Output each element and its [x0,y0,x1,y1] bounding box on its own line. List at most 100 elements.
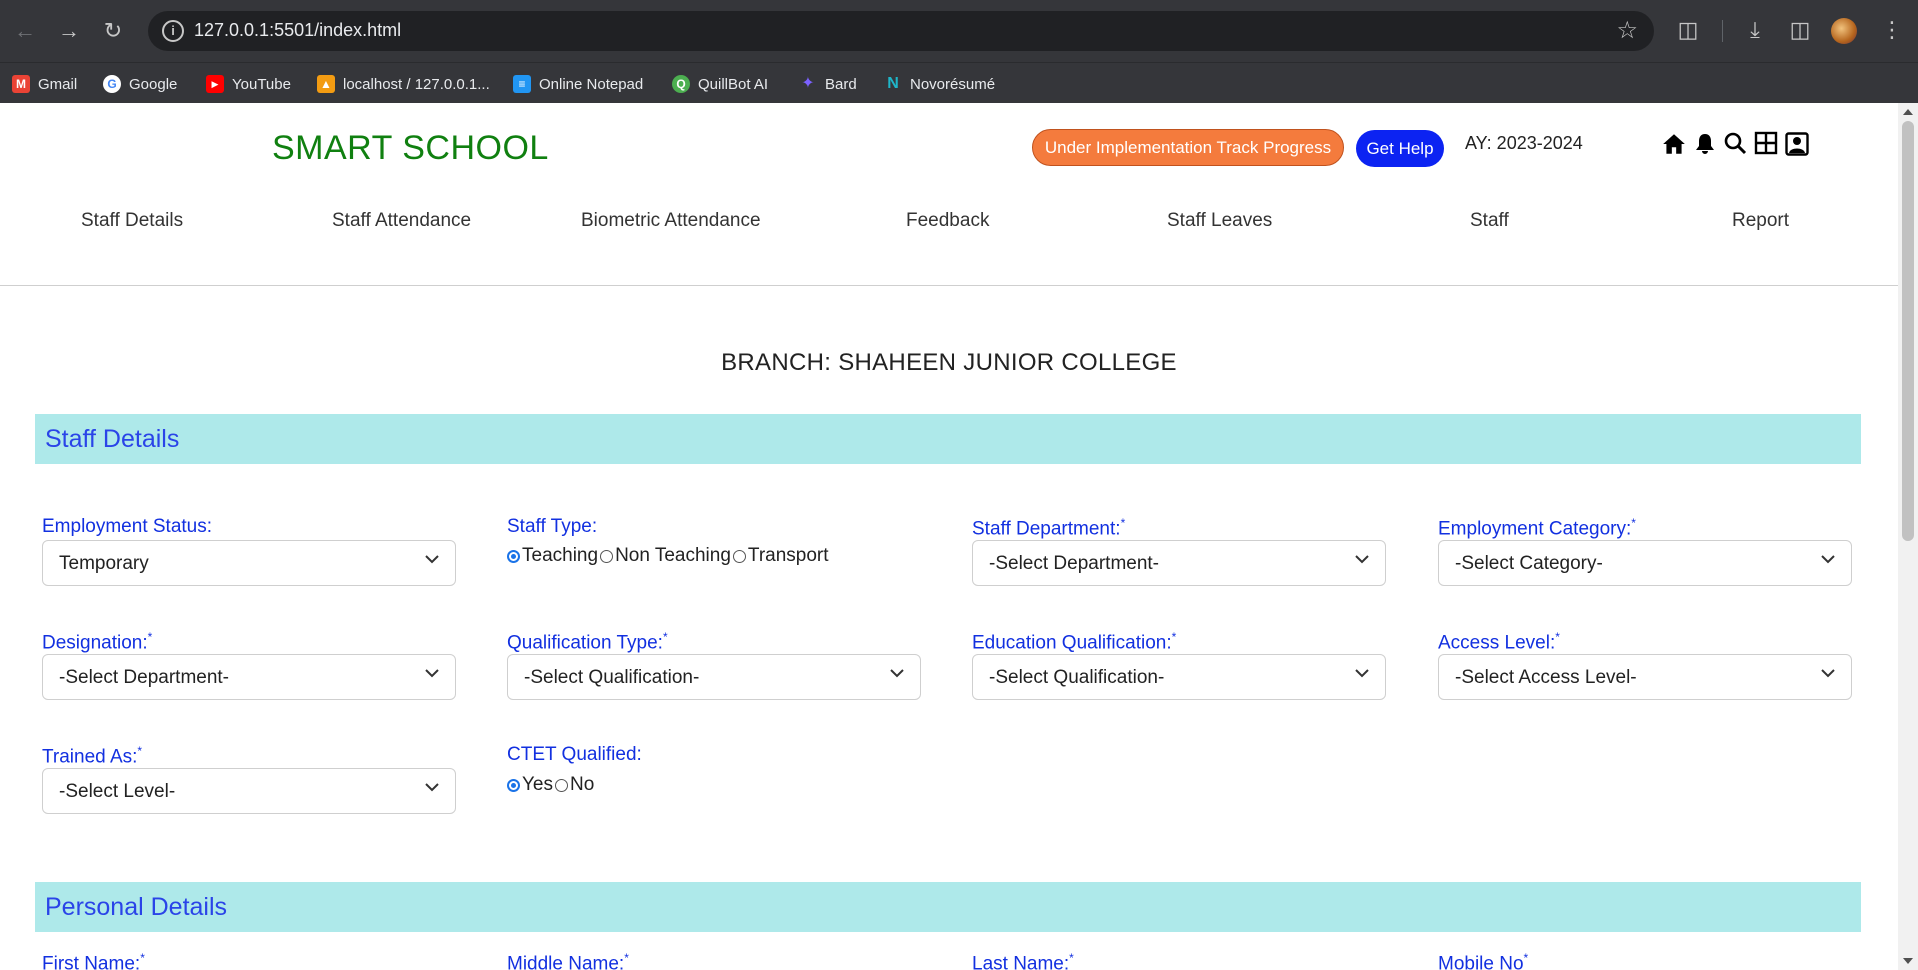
bookmark-google[interactable]: G Google [103,73,177,95]
bookmark-label: YouTube [232,75,291,93]
ctet-qualified-label: CTET Qualified: [507,744,642,765]
menu-staff-attendance[interactable]: Staff Attendance [332,210,471,232]
chevron-down-icon [423,778,441,796]
scrollbar-thumb[interactable] [1902,121,1914,541]
bookmark-label: Gmail [38,75,78,93]
phpmyadmin-icon: ▲ [317,75,335,93]
browser-chrome: ← → ↻ i 127.0.0.1:5501/index.html ☆ ◫ ⤓ … [0,0,1918,103]
first-name-label: First Name:* [42,951,145,970]
quillbot-icon: Q [672,75,690,93]
menu-biometric-attendance[interactable]: Biometric Attendance [581,210,761,232]
side-panel-icon[interactable]: ◫ [1784,14,1816,46]
access-level-select[interactable]: -Select Access Level- [1438,654,1852,700]
address-url[interactable]: 127.0.0.1:5501/index.html [194,20,401,41]
chevron-down-icon [1353,664,1371,682]
download-icon[interactable]: ⤓ [1739,14,1771,46]
chevron-down-icon [1353,550,1371,568]
designation-label: Designation:* [42,630,153,654]
notepad-icon: ≡ [513,75,531,93]
profile-avatar[interactable] [1831,18,1857,44]
radio-label[interactable]: Non Teaching [615,545,731,567]
trained-as-label: Trained As:* [42,744,143,768]
header-divider [0,285,1898,286]
employment-category-label: Employment Category:* [1438,516,1636,540]
track-progress-button[interactable]: Under Implementation Track Progress [1032,129,1344,166]
page-content: SMART SCHOOL Under Implementation Track … [0,103,1898,970]
employment-status-select[interactable]: Temporary [42,540,456,586]
staff-department-select[interactable]: -Select Department- [972,540,1386,586]
site-info-icon[interactable]: i [162,20,184,42]
home-icon[interactable] [1660,131,1688,159]
designation-select[interactable]: -Select Department- [42,654,456,700]
bookmark-novoresume[interactable]: N Novorésumé [884,73,995,95]
bell-icon[interactable] [1691,131,1719,159]
middle-name-label: Middle Name:* [507,951,629,970]
scroll-down-arrow-icon[interactable] [1903,958,1913,964]
bookmarks-bar: M Gmail G Google ▶ YouTube ▲ localhost /… [0,62,1918,103]
browser-menu-icon[interactable]: ⋮ [1876,14,1908,46]
browser-toolbar: ← → ↻ i 127.0.0.1:5501/index.html ☆ ◫ ⤓ … [0,0,1918,62]
trained-as-select[interactable]: -Select Level- [42,768,456,814]
menu-staff-details[interactable]: Staff Details [81,210,183,232]
ctet-yes-radio[interactable] [507,778,520,792]
scroll-up-arrow-icon[interactable] [1903,109,1913,115]
page-scrollbar[interactable] [1898,103,1918,970]
menu-report[interactable]: Report [1732,210,1789,232]
staff-type-radio-group: Teaching Non Teaching Transport [507,545,831,567]
section-title: Personal Details [45,893,228,921]
select-value: -Select Department- [59,667,230,688]
staff-type-label: Staff Type: [507,516,598,537]
bookmark-bard[interactable]: ✦ Bard [799,73,857,95]
get-help-button[interactable]: Get Help [1356,130,1444,167]
bookmark-gmail[interactable]: M Gmail [12,73,77,95]
staff-department-label: Staff Department:* [972,516,1126,540]
select-value: -Select Level- [59,781,176,802]
staff-type-teaching-radio[interactable] [507,549,520,563]
forward-icon[interactable]: → [54,16,84,46]
radio-label[interactable]: Transport [748,545,829,567]
search-icon[interactable] [1721,131,1749,159]
address-bar[interactable]: i 127.0.0.1:5501/index.html ☆ [148,11,1654,51]
radio-label[interactable]: Teaching [522,545,598,567]
education-qualification-label: Education Qualification:* [972,630,1177,654]
radio-label[interactable]: Yes [522,774,553,796]
bookmark-label: Bard [825,75,857,93]
bookmark-label: Online Notepad [539,75,644,93]
bard-icon: ✦ [801,75,815,92]
bookmark-label: localhost / 127.0.0.1... [343,75,490,93]
select-value: -Select Category- [1455,553,1603,574]
employment-category-select[interactable]: -Select Category- [1438,540,1852,586]
bookmark-quillbot[interactable]: Q QuillBot AI [672,73,768,95]
bookmark-localhost[interactable]: ▲ localhost / 127.0.0.1... [317,73,490,95]
select-value: -Select Access Level- [1455,667,1637,688]
profile-icon[interactable] [1783,131,1811,159]
bookmark-label: Google [129,75,178,93]
menu-staff-leaves[interactable]: Staff Leaves [1167,210,1272,232]
chevron-down-icon [1819,664,1837,682]
grid-icon[interactable] [1752,131,1780,159]
section-title: Staff Details [45,425,180,453]
bookmark-label: QuillBot AI [698,75,769,93]
extensions-icon[interactable]: ◫ [1672,14,1704,46]
personal-details-section-header: Personal Details [35,882,1861,932]
back-icon[interactable]: ← [10,16,40,46]
menu-staff[interactable]: Staff [1470,210,1509,232]
radio-label[interactable]: No [570,774,594,796]
menu-feedback[interactable]: Feedback [906,210,989,232]
ctet-no-radio[interactable] [555,778,568,792]
academic-year: AY: 2023-2024 [1465,133,1583,153]
bookmark-label: Novorésumé [910,75,996,93]
last-name-label: Last Name:* [972,951,1074,970]
bookmark-star-icon[interactable]: ☆ [1616,16,1638,45]
bookmark-online-notepad[interactable]: ≡ Online Notepad [513,73,643,95]
bookmark-youtube[interactable]: ▶ YouTube [206,73,291,95]
select-value: -Select Qualification- [524,667,700,688]
education-qualification-select[interactable]: -Select Qualification- [972,654,1386,700]
staff-type-transport-radio[interactable] [732,549,746,563]
brand-title[interactable]: SMART SCHOOL [272,129,549,168]
reload-icon[interactable]: ↻ [98,16,128,46]
staff-type-non-teaching-radio[interactable] [600,549,614,563]
qualification-type-select[interactable]: -Select Qualification- [507,654,921,700]
select-value: -Select Department- [989,553,1160,574]
staff-details-section-header: Staff Details [35,414,1861,464]
